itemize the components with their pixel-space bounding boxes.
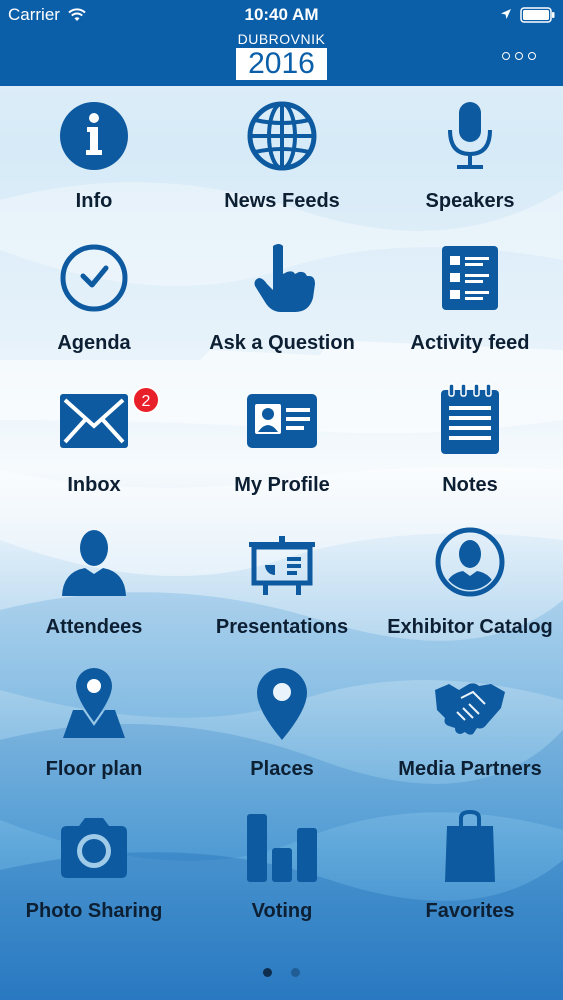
menu-item-label: Media Partners xyxy=(398,758,542,780)
menu-item-places[interactable]: Places xyxy=(188,664,376,806)
pointing-hand-icon xyxy=(254,244,315,312)
ellipsis-icon xyxy=(502,52,510,60)
menu-item-agenda[interactable]: Agenda xyxy=(0,238,188,380)
menu-item-activity-feed[interactable]: Activity feed xyxy=(376,238,563,380)
menu-item-label: Agenda xyxy=(57,332,131,354)
menu-item-label: Inbox xyxy=(67,474,121,496)
bar-chart-icon xyxy=(247,814,317,882)
menu-item-label: Activity feed xyxy=(410,332,530,354)
microphone-icon xyxy=(448,102,492,169)
menu-item-info[interactable]: Info xyxy=(0,96,188,238)
menu-item-label: Floor plan xyxy=(45,758,143,780)
menu-item-label: Ask a Question xyxy=(209,332,355,354)
menu-item-floor-plan[interactable]: Floor plan xyxy=(0,664,188,806)
globe-icon xyxy=(247,101,317,171)
event-logo: DUBROVNIK 2016 xyxy=(236,31,327,80)
clock-icon xyxy=(60,244,128,312)
menu-item-label: Favorites xyxy=(425,900,515,922)
menu-item-label: My Profile xyxy=(234,474,330,496)
menu-item-label: Speakers xyxy=(425,190,515,212)
page-dot[interactable] xyxy=(290,968,300,977)
menu-item-label: Info xyxy=(75,190,113,212)
menu-item-news-feeds[interactable]: News Feeds xyxy=(188,96,376,238)
handshake-icon xyxy=(435,683,505,735)
menu-item-label: Places xyxy=(250,758,314,780)
location-pin-icon xyxy=(257,668,307,740)
page-indicator[interactable] xyxy=(0,964,563,977)
inbox-unread-badge: 2 xyxy=(132,386,160,414)
location-arrow-icon xyxy=(501,9,511,19)
header-bar: Carrier 10:40 AM DUBROVNIK 2016 xyxy=(0,0,563,86)
menu-item-media-partners[interactable]: Media Partners xyxy=(376,664,563,806)
menu-item-label: News Feeds xyxy=(224,190,340,212)
id-card-icon xyxy=(247,394,317,448)
more-options-button[interactable] xyxy=(500,48,540,64)
menu-item-speakers[interactable]: Speakers xyxy=(376,96,563,238)
menu-item-favorites[interactable]: Favorites xyxy=(376,806,563,948)
status-time: 10:40 AM xyxy=(244,5,319,24)
person-circle-icon xyxy=(435,527,505,597)
list-icon xyxy=(442,246,498,310)
page-dot-active[interactable] xyxy=(263,968,273,977)
home-screen: Carrier 10:40 AM DUBROVNIK 2016 Info New… xyxy=(0,0,563,1000)
menu-item-my-profile[interactable]: My Profile xyxy=(188,380,376,522)
menu-item-label: Exhibitor Catalog xyxy=(387,616,553,638)
ellipsis-icon xyxy=(528,52,536,60)
menu-item-label: Presentations xyxy=(215,616,349,638)
menu-item-exhibitor-catalog[interactable]: Exhibitor Catalog xyxy=(376,522,563,664)
menu-item-label: Attendees xyxy=(45,616,143,638)
battery-icon xyxy=(520,7,555,23)
person-icon xyxy=(62,530,126,596)
menu-item-photo-sharing[interactable]: Photo Sharing xyxy=(0,806,188,948)
ellipsis-icon xyxy=(515,52,523,60)
menu-item-label: Voting xyxy=(251,900,313,922)
menu-item-label: Photo Sharing xyxy=(25,900,163,922)
menu-item-presentations[interactable]: Presentations xyxy=(188,522,376,664)
shopping-bag-icon xyxy=(445,809,495,882)
logo-city: DUBROVNIK xyxy=(237,31,326,47)
menu-item-notes[interactable]: Notes xyxy=(376,380,563,522)
menu-item-voting[interactable]: Voting xyxy=(188,806,376,948)
menu-item-attendees[interactable]: Attendees xyxy=(0,522,188,664)
menu-item-label: Notes xyxy=(442,474,498,496)
menu-item-ask-a-question[interactable]: Ask a Question xyxy=(188,238,376,380)
notepad-icon xyxy=(441,383,499,454)
envelope-icon xyxy=(60,394,128,448)
presentation-board-icon xyxy=(249,536,315,595)
info-icon xyxy=(60,102,128,170)
logo-year: 2016 xyxy=(236,48,327,80)
map-pin-icon xyxy=(63,668,125,738)
camera-icon xyxy=(61,818,127,878)
